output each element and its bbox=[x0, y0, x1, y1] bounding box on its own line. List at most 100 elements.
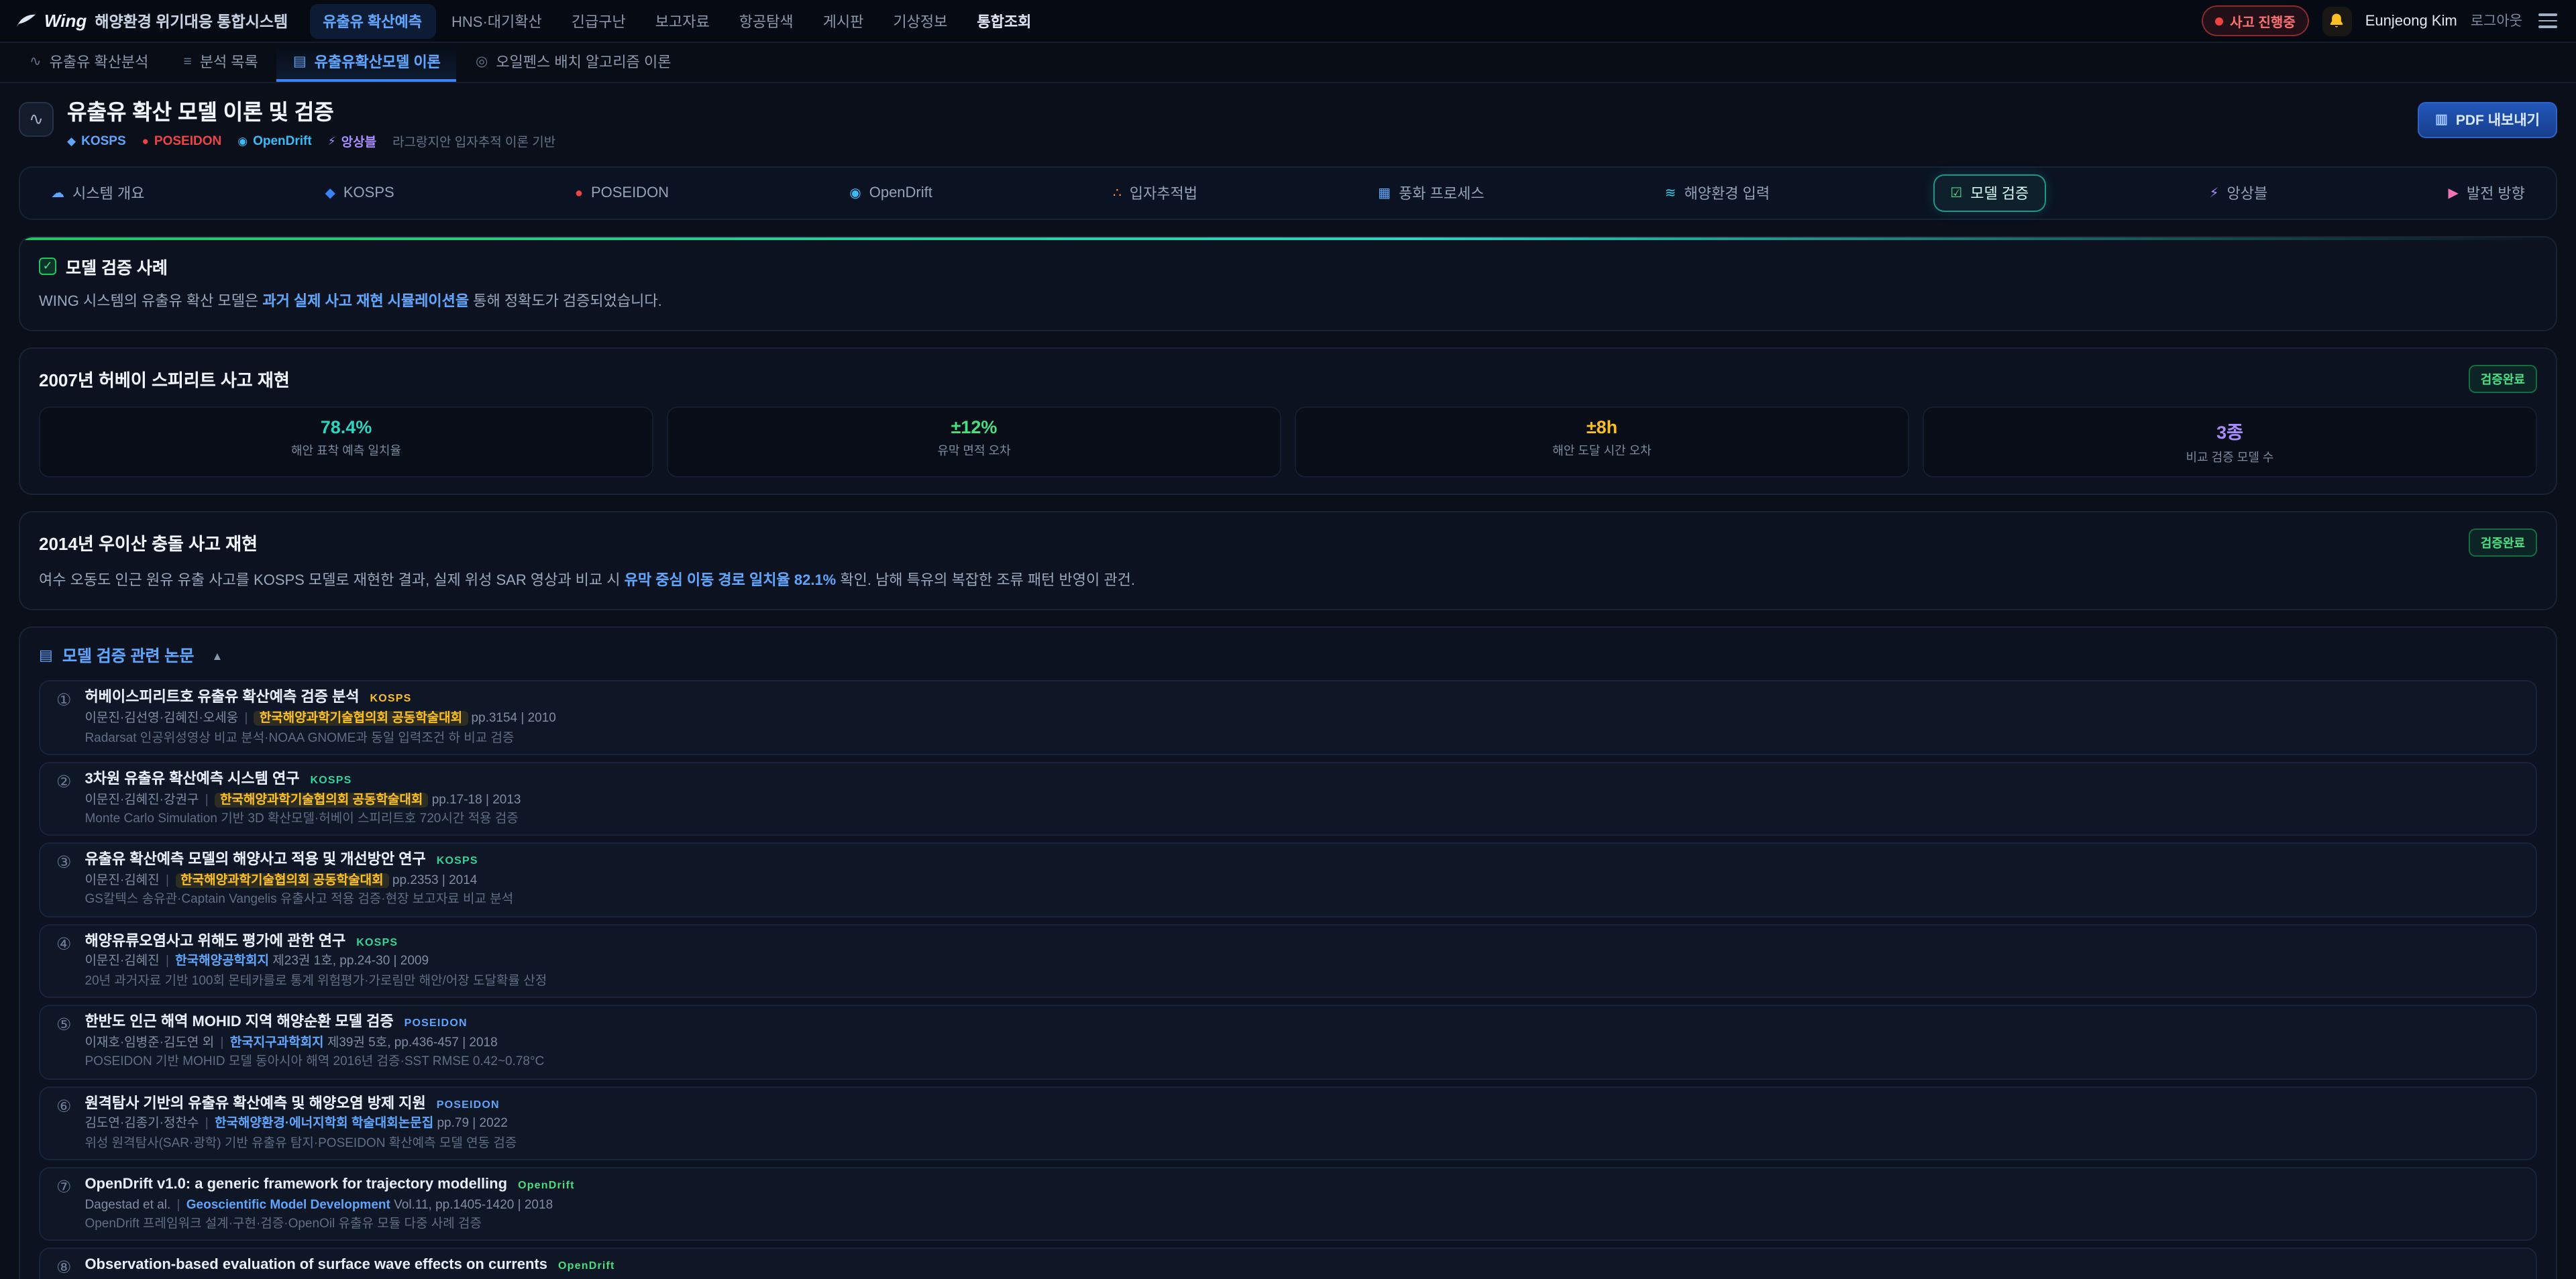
paper-journal[interactable]: 한국지구과학회지 bbox=[230, 1036, 324, 1050]
pdf-export-button[interactable]: ▥ PDF 내보내기 bbox=[2418, 102, 2557, 138]
section-nav-label: 앙상블 bbox=[2227, 183, 2268, 205]
paper-journal[interactable]: 한국해양환경·에너지학회 학술대회논문집 bbox=[215, 1116, 433, 1131]
paper-row[interactable]: ① 허베이스피리트호 유출유 확산예측 검증 분석 KOSPS 이문진·김선영·… bbox=[39, 681, 2537, 755]
paper-pages: pp.79 | 2022 bbox=[437, 1116, 507, 1131]
section-nav-icon: ⚡ bbox=[2209, 186, 2218, 201]
paper-title-row: Observation-based evaluation of surface … bbox=[85, 1258, 2520, 1274]
simulation-link[interactable]: 과거 실제 사고 재현 시뮬레이션을 bbox=[262, 294, 469, 311]
tab[interactable]: ◎ 오일펜스 배치 알고리즘 이론 bbox=[460, 43, 688, 82]
paper-journal[interactable]: Geoscientific Model Development bbox=[186, 1197, 390, 1212]
tab-label: 오일펜스 배치 알고리즘 이론 bbox=[496, 50, 671, 72]
brand-name: Wing bbox=[44, 11, 87, 31]
paper-title: 유출유 확산예측 모델의 해양사고 적용 및 개선방안 연구 bbox=[85, 852, 425, 869]
stat-label: 해안 도달 시간 오차 bbox=[1296, 442, 1908, 459]
paper-description: OpenDrift 프레임워크 설계·구현·검증·OpenOil 유출유 모듈 … bbox=[85, 1217, 2520, 1232]
paper-description: GS칼텍스 송유관·Captain Vangelis 유출사고 적용 검증·현장… bbox=[85, 893, 2520, 908]
paper-pages: 제39권 5호, pp.436-457 | 2018 bbox=[327, 1036, 498, 1050]
stat-box: 3종 비교 검증 모델 수 bbox=[1923, 407, 2537, 478]
section-nav-item[interactable]: ◆ KOSPS bbox=[307, 178, 411, 210]
paper-title-row: OpenDrift v1.0: a generic framework for … bbox=[85, 1176, 2520, 1193]
section-nav-item[interactable]: ● POSEIDON bbox=[557, 178, 686, 210]
paper-row[interactable]: ③ 유출유 확산예측 모델의 해양사고 적용 및 개선방안 연구 KOSPS 이… bbox=[39, 843, 2537, 917]
section-nav: ☁ 시스템 개요 ◆ KOSPS ● POSEIDON ◉ OpenDrift bbox=[19, 167, 2557, 221]
paper-journal[interactable]: 한국해양과학기술협의회 공동학술대회 bbox=[215, 792, 428, 807]
stat-label: 해안 표착 예측 일치율 bbox=[40, 442, 652, 459]
section-nav-item[interactable]: ☑ 모델 검증 bbox=[1933, 175, 2046, 213]
collapse-icon[interactable]: ▲ bbox=[211, 649, 223, 663]
section-nav-item[interactable]: ≋ 해양환경 입력 bbox=[1648, 175, 1787, 213]
nav-item[interactable]: 항공탐색 bbox=[726, 3, 807, 38]
nav-item[interactable]: 기상정보 bbox=[879, 3, 961, 38]
paper-row[interactable]: ⑦ OpenDrift v1.0: a generic framework fo… bbox=[39, 1167, 2537, 1241]
paper-authors: Dagestad et al. bbox=[85, 1197, 170, 1212]
nav-item[interactable]: 유출유 확산예측 bbox=[309, 3, 435, 38]
validation-title-row: ✓ 모델 검증 사례 bbox=[39, 254, 2537, 280]
paper-title-row: 원격탐사 기반의 유출유 확산예측 및 해양오염 방제 지원 POSEIDON bbox=[85, 1095, 2520, 1112]
model-badge-label: POSEIDON bbox=[154, 134, 221, 149]
paper-journal[interactable]: 한국해양과학기술협의회 공동학술대회 bbox=[175, 873, 388, 888]
tab-icon: ◎ bbox=[476, 53, 488, 69]
paper-model-badge: POSEIDON bbox=[405, 1017, 468, 1029]
model-badge: ● POSEIDON bbox=[142, 134, 222, 149]
paper-journal[interactable]: 한국해양과학기술협의회 공동학술대회 bbox=[254, 711, 468, 726]
stat-value: ±8h bbox=[1296, 418, 1908, 438]
model-badge-icon: ● bbox=[142, 135, 149, 148]
paper-row[interactable]: ⑥ 원격탐사 기반의 유출유 확산예측 및 해양오염 방제 지원 POSEIDO… bbox=[39, 1086, 2537, 1160]
section-nav-label: 시스템 개요 bbox=[72, 183, 144, 205]
paper-meta: 이문진·김혜진 | 한국해양과학기술협의회 공동학술대회 pp.2353 | 2… bbox=[85, 873, 2520, 889]
incident-status-badge[interactable]: 사고 진행중 bbox=[2202, 5, 2309, 36]
paper-row[interactable]: ④ 해양유류오염사고 위해도 평가에 관한 연구 KOSPS 이문진·김혜진 |… bbox=[39, 924, 2537, 999]
tab[interactable]: ▤ 유출유확산모델 이론 bbox=[277, 43, 457, 82]
nav-item[interactable]: 긴급구난 bbox=[558, 3, 639, 38]
logout-button[interactable]: 로그아웃 bbox=[2471, 11, 2522, 31]
section-nav-icon: ▶ bbox=[2448, 186, 2458, 201]
paper-body: 해양유류오염사고 위해도 평가에 관한 연구 KOSPS 이문진·김혜진 | 한… bbox=[85, 934, 2520, 989]
paper-authors: 이재호·임병준·김도연 외 bbox=[85, 1036, 214, 1050]
top-bar: Wing 해양환경 위기대응 통합시스템 유출유 확산예측 HNS·대기확산 긴… bbox=[0, 0, 2576, 43]
tab[interactable]: ≡ 분석 목록 bbox=[167, 43, 274, 82]
paper-description: Monte Carlo Simulation 기반 3D 확산모델·허베이 스피… bbox=[85, 812, 2520, 827]
paper-body: 3차원 유출유 확산예측 시스템 연구 KOSPS 이문진·김혜진·강권구 | … bbox=[85, 771, 2520, 827]
nav-item[interactable]: HNS·대기확산 bbox=[438, 3, 555, 38]
case-2007-header: 2007년 허베이 스피리트 사고 재현 검증완료 bbox=[39, 366, 2537, 394]
section-nav-item[interactable]: ▶ 발전 방향 bbox=[2430, 175, 2542, 213]
nav-item[interactable]: 게시판 bbox=[810, 3, 877, 38]
paper-row[interactable]: ② 3차원 유출유 확산예측 시스템 연구 KOSPS 이문진·김혜진·강권구 … bbox=[39, 762, 2537, 836]
paper-number: ③ bbox=[56, 852, 71, 908]
section-nav-label: OpenDrift bbox=[869, 186, 932, 202]
paper-row[interactable]: ⑤ 한반도 인근 해역 MOHID 지역 해양순환 모델 검증 POSEIDON… bbox=[39, 1005, 2537, 1079]
paper-journal[interactable]: 한국해양공학회지 bbox=[175, 954, 269, 969]
app-logo[interactable]: Wing 해양환경 위기대응 통합시스템 bbox=[16, 10, 288, 32]
section-nav-item[interactable]: ▦ 풍화 프로세스 bbox=[1360, 175, 1501, 213]
paper-number: ⑤ bbox=[56, 1014, 71, 1070]
paper-model-badge: POSEIDON bbox=[437, 1098, 500, 1110]
match-rate-link[interactable]: 유막 중심 이동 경로 일치율 82.1% bbox=[625, 573, 837, 590]
paper-authors: 이문진·김혜진·강권구 bbox=[85, 792, 199, 807]
tab[interactable]: ∿ 유출유 확산분석 bbox=[13, 43, 164, 82]
menu-icon[interactable] bbox=[2536, 9, 2560, 34]
papers-card: ▤ 모델 검증 관련 논문 ▲ ① 허베이스피리트호 유출유 확산예측 검증 분… bbox=[19, 627, 2557, 1279]
incident-status-label: 사고 진행중 bbox=[2230, 11, 2296, 31]
notification-bell-icon[interactable] bbox=[2322, 6, 2352, 36]
nav-item[interactable]: 보고자료 bbox=[642, 3, 723, 38]
paper-number: ④ bbox=[56, 934, 71, 989]
meta-separator: | bbox=[166, 873, 169, 888]
paper-row[interactable]: ⑧ Observation-based evaluation of surfac… bbox=[39, 1248, 2537, 1279]
paper-number: ① bbox=[56, 690, 71, 746]
section-nav-item[interactable]: ◉ OpenDrift bbox=[832, 178, 950, 210]
nav-item[interactable]: 통합조회 bbox=[963, 3, 1044, 38]
case-2014-header: 2014년 우이산 충돌 사고 재현 검증완료 bbox=[39, 529, 2537, 557]
stat-value: ±12% bbox=[668, 418, 1280, 438]
section-nav-item[interactable]: ∴ 입자추적법 bbox=[1095, 175, 1215, 213]
section-nav-label: 발전 방향 bbox=[2467, 183, 2525, 205]
paper-meta: 이문진·김혜진·강권구 | 한국해양과학기술협의회 공동학술대회 pp.17-1… bbox=[85, 792, 2520, 808]
verified-badge: 검증완료 bbox=[2469, 529, 2537, 557]
paper-title: 허베이스피리트호 유출유 확산예측 검증 분석 bbox=[85, 690, 359, 707]
case-2014-description: 여수 오동도 인근 원유 유출 사고를 KOSPS 모델로 재현한 결과, 실제… bbox=[39, 571, 2537, 594]
section-nav-item[interactable]: ⚡ 앙상블 bbox=[2192, 175, 2285, 213]
paper-body: 유출유 확산예측 모델의 해양사고 적용 및 개선방안 연구 KOSPS 이문진… bbox=[85, 852, 2520, 908]
section-nav-icon: ∴ bbox=[1113, 186, 1122, 201]
paper-body: OpenDrift v1.0: a generic framework for … bbox=[85, 1176, 2520, 1232]
paper-meta: Dagestad et al. | Geoscientific Model De… bbox=[85, 1197, 2520, 1213]
section-nav-item[interactable]: ☁ 시스템 개요 bbox=[34, 175, 162, 213]
